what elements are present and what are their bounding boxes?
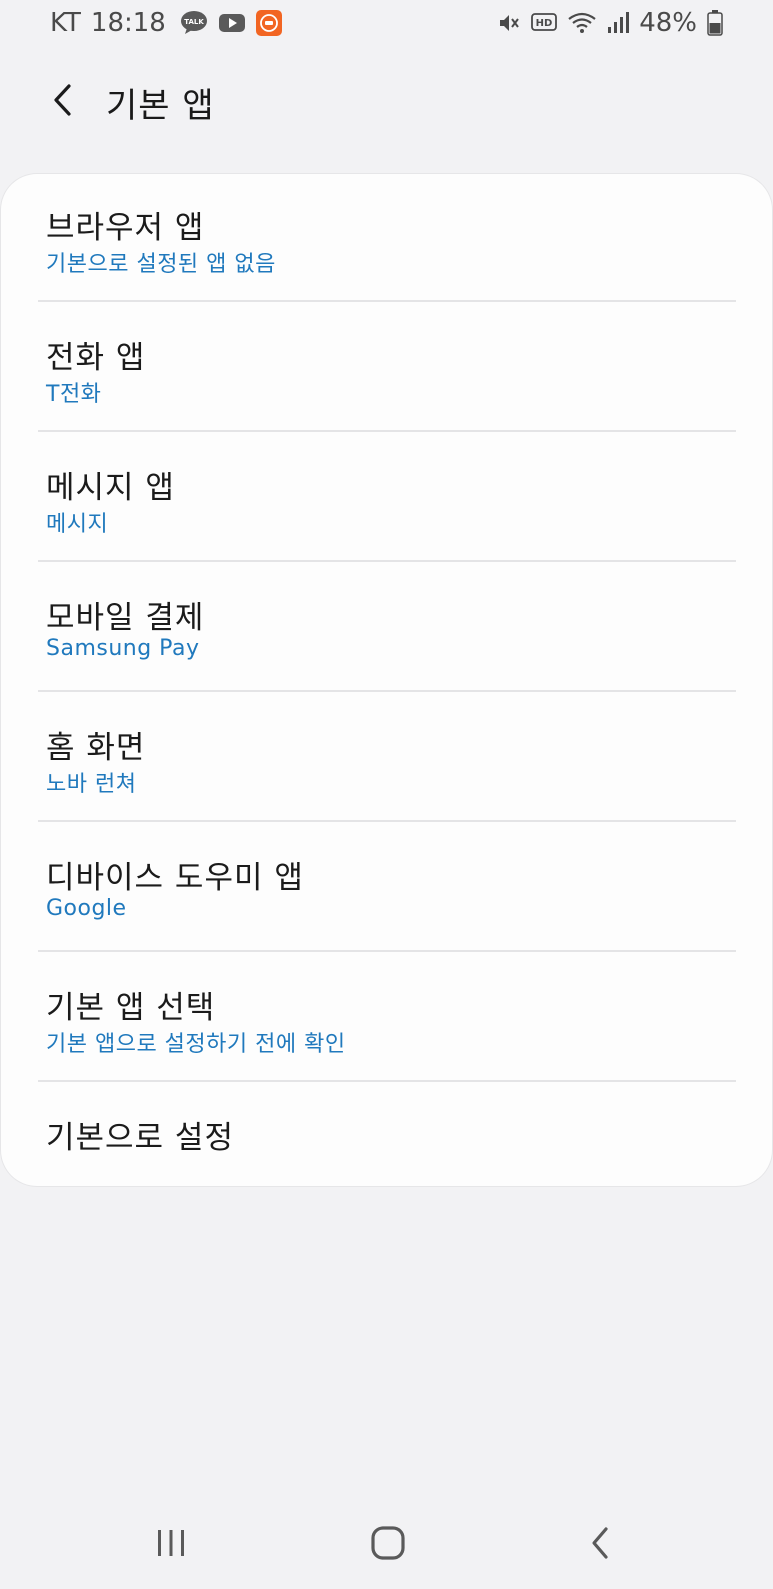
divider xyxy=(38,1080,736,1082)
status-bar: KT 18:18 TALK HD 48% xyxy=(0,0,773,50)
home-button[interactable] xyxy=(358,1513,418,1573)
chevron-left-icon xyxy=(54,84,71,116)
svg-text:HD: HD xyxy=(536,18,553,29)
page-title: 기본 앱 xyxy=(106,86,215,126)
app-notification-icon xyxy=(255,10,282,36)
svg-text:TALK: TALK xyxy=(184,18,204,26)
battery-icon xyxy=(707,10,723,36)
recent-apps-icon xyxy=(158,1530,184,1556)
navigation-bar xyxy=(0,1505,773,1585)
item-title: 브라우저 앱 xyxy=(46,210,205,246)
item-title: 모바일 결제 xyxy=(46,600,205,636)
hd-voice-icon: HD xyxy=(531,12,558,34)
divider xyxy=(38,430,736,432)
mute-icon xyxy=(497,11,521,35)
notification-icons: TALK xyxy=(180,10,282,36)
wifi-icon xyxy=(567,11,597,35)
list-item-mobile-payment[interactable]: 모바일 결제 Samsung Pay xyxy=(1,564,772,694)
item-title: 전화 앱 xyxy=(46,340,146,376)
item-subtitle: 노바 런쳐 xyxy=(46,772,137,797)
carrier-label: KT xyxy=(50,8,81,38)
header: 기본 앱 xyxy=(0,68,773,132)
list-item-device-assistant[interactable]: 디바이스 도우미 앱 Google xyxy=(1,824,772,954)
item-subtitle: 메시지 xyxy=(46,512,109,537)
item-subtitle: 기본 앱으로 설정하기 전에 확인 xyxy=(46,1032,346,1057)
divider xyxy=(38,560,736,562)
list-item-phone-app[interactable]: 전화 앱 T전화 xyxy=(1,304,772,434)
divider xyxy=(38,950,736,952)
back-icon xyxy=(592,1527,608,1559)
item-subtitle: Samsung Pay xyxy=(46,636,200,661)
back-button[interactable] xyxy=(40,74,84,126)
item-title: 디바이스 도우미 앱 xyxy=(46,860,304,896)
item-title: 홈 화면 xyxy=(46,730,146,766)
list-item-message-app[interactable]: 메시지 앱 메시지 xyxy=(1,434,772,564)
item-title: 기본 앱 선택 xyxy=(46,990,216,1026)
kakaotalk-icon: TALK xyxy=(180,11,208,35)
home-icon xyxy=(371,1526,405,1560)
item-title: 메시지 앱 xyxy=(46,470,175,506)
recent-apps-button[interactable] xyxy=(141,1513,201,1573)
signal-icon xyxy=(607,11,630,35)
default-apps-list: 브라우저 앱 기본으로 설정된 앱 없음 전화 앱 T전화 메시지 앱 메시지 … xyxy=(1,174,772,1186)
list-item-default-app-selection[interactable]: 기본 앱 선택 기본 앱으로 설정하기 전에 확인 xyxy=(1,954,772,1084)
divider xyxy=(38,300,736,302)
list-item-home-screen[interactable]: 홈 화면 노바 런쳐 xyxy=(1,694,772,824)
status-right: HD 48% xyxy=(497,8,723,38)
divider xyxy=(38,820,736,822)
divider xyxy=(38,690,736,692)
youtube-icon xyxy=(218,12,246,34)
item-subtitle: T전화 xyxy=(46,382,102,407)
list-item-set-as-default[interactable]: 기본으로 설정 xyxy=(1,1084,772,1184)
nav-back-button[interactable] xyxy=(570,1513,630,1573)
item-subtitle: 기본으로 설정된 앱 없음 xyxy=(46,252,276,277)
list-item-browser-app[interactable]: 브라우저 앱 기본으로 설정된 앱 없음 xyxy=(1,174,772,304)
status-left: KT 18:18 TALK xyxy=(50,8,282,38)
clock: 18:18 xyxy=(90,8,166,38)
item-title: 기본으로 설정 xyxy=(46,1120,234,1156)
item-subtitle: Google xyxy=(46,896,127,921)
battery-percent: 48% xyxy=(639,8,697,38)
